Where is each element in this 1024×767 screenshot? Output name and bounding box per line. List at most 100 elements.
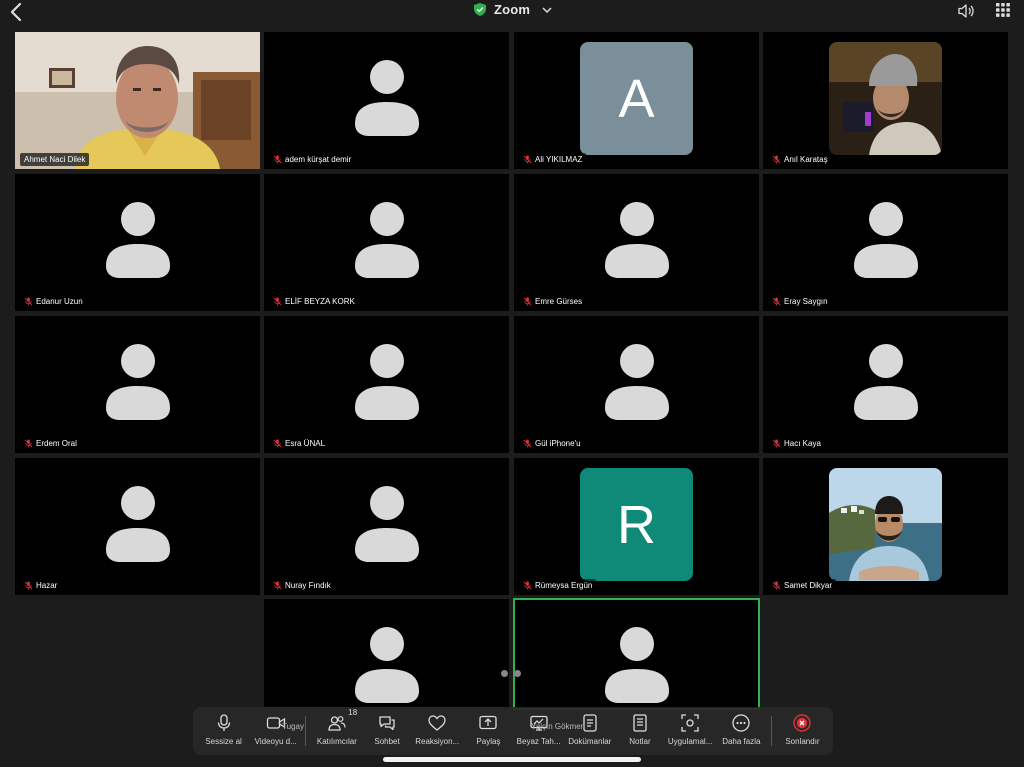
- participant-name-tag: Esra ÜNAL: [269, 437, 330, 450]
- participant-name: Yalçın Gökmen: [531, 722, 586, 731]
- participant-tile[interactable]: Hacı Kaya: [763, 316, 1008, 453]
- participant-tile[interactable]: Eray Saygın: [763, 174, 1008, 311]
- participant-name: Tugay: [282, 722, 304, 731]
- mic-muted-icon: [24, 297, 33, 306]
- participant-name-tag: Samet Dikyar: [768, 579, 837, 592]
- page-dot[interactable]: [514, 670, 521, 677]
- avatar-letter: A: [618, 68, 655, 129]
- mic-muted-icon: [523, 297, 532, 306]
- reactions-label: Reaksiyon...: [415, 737, 460, 746]
- participant-name: Ali YIKILMAZ: [535, 155, 583, 164]
- participant-tile[interactable]: A Ali YIKILMAZ: [514, 32, 759, 169]
- participant-initial-avatar: A: [580, 42, 693, 155]
- participant-tile[interactable]: Esra ÜNAL: [264, 316, 509, 453]
- participant-name: Esra ÜNAL: [285, 439, 326, 448]
- participant-tile[interactable]: Samet Dikyar: [763, 458, 1008, 595]
- apps-button[interactable]: Uygulamal...: [665, 710, 716, 752]
- share-button[interactable]: Paylaş: [464, 710, 513, 752]
- reactions-button[interactable]: Reaksiyon...: [411, 710, 464, 752]
- mic-muted-icon: [273, 439, 282, 448]
- participant-name: Hacı Kaya: [784, 439, 821, 448]
- participant-tile[interactable]: [513, 598, 760, 710]
- participant-name: Edanur Uzun: [36, 297, 83, 306]
- person-placeholder-icon: [106, 486, 170, 562]
- participant-name-tag: Hacı Kaya: [768, 437, 825, 450]
- participant-tile[interactable]: Hazar: [15, 458, 260, 595]
- mic-muted-icon: [24, 581, 33, 590]
- mic-muted-icon: [772, 155, 781, 164]
- participant-tile[interactable]: Anıl Karataş: [763, 32, 1008, 169]
- participant-tile[interactable]: Edanur Uzun: [15, 174, 260, 311]
- heart-icon: [428, 715, 446, 731]
- person-placeholder-icon: [605, 344, 669, 420]
- participant-name-tag: Nuray Fındık: [269, 579, 335, 592]
- documents-button[interactable]: Dokümanlar: [564, 710, 615, 752]
- participant-name-tag: Eray Saygın: [768, 295, 832, 308]
- participant-name-tag: Gül iPhone'u: [519, 437, 585, 450]
- person-placeholder-icon: [605, 627, 669, 703]
- participants-icon: [328, 716, 346, 731]
- mic-muted-icon: [273, 155, 282, 164]
- participant-initial-avatar: R: [580, 468, 693, 581]
- page-dot[interactable]: [501, 670, 508, 677]
- mic-muted-icon: [523, 439, 532, 448]
- participant-name-tag: Edanur Uzun: [20, 295, 87, 308]
- participant-name-tag: Anıl Karataş: [768, 153, 832, 166]
- participant-name: Hazar: [36, 581, 58, 590]
- mic-muted-icon: [772, 439, 781, 448]
- end-meeting-button[interactable]: Sonlandır: [776, 710, 829, 752]
- participant-tile[interactable]: Emre Gürses: [514, 174, 759, 311]
- toolbar-divider: [770, 716, 772, 746]
- home-indicator[interactable]: [383, 757, 641, 762]
- video-button[interactable]: Videoyu d...: [250, 710, 301, 752]
- notes-label: Notlar: [629, 737, 651, 746]
- whiteboard-button[interactable]: Beyaz Tah...: [513, 710, 564, 752]
- participant-name: Nuray Fındık: [285, 581, 331, 590]
- participant-name-tag: Ahmet Naci Dilek: [20, 153, 90, 166]
- person-placeholder-icon: [106, 344, 170, 420]
- chat-button[interactable]: Sohbet: [363, 710, 410, 752]
- participant-name-tag: Emre Gürses: [519, 295, 587, 308]
- participant-name: Emre Gürses: [535, 297, 583, 306]
- participant-name-tag: ELİF BEYZA KORK: [269, 295, 359, 308]
- page-indicator[interactable]: [501, 670, 521, 677]
- participant-name: Erdem Oral: [36, 439, 77, 448]
- chat-icon: [379, 716, 395, 731]
- whiteboard-label: Beyaz Tah...: [516, 737, 561, 746]
- participant-tile[interactable]: R Rümeysa Ergün: [514, 458, 759, 595]
- participant-name-tag: Hazar: [20, 579, 62, 592]
- more-label: Daha fazla: [722, 737, 761, 746]
- participant-tile[interactable]: Ahmet Naci Dilek: [15, 32, 260, 169]
- person-placeholder-icon: [854, 344, 918, 420]
- participant-name: Eray Saygın: [784, 297, 828, 306]
- participant-tile[interactable]: Erdem Oral: [15, 316, 260, 453]
- microphone-icon: [217, 714, 230, 731]
- participant-video: [15, 32, 260, 169]
- participant-tile[interactable]: ELİF BEYZA KORK: [264, 174, 509, 311]
- more-button[interactable]: Daha fazla: [716, 710, 767, 752]
- participants-button[interactable]: 18 Katılımcılar: [310, 708, 363, 752]
- meeting-toolbar: Sessize al Videoyu d... 18 Katılımcılar …: [193, 707, 833, 755]
- participant-photo-image: [829, 468, 942, 581]
- participant-tile[interactable]: [264, 599, 509, 709]
- share-icon: [479, 715, 498, 730]
- participant-tile[interactable]: Gül iPhone'u: [514, 316, 759, 453]
- participant-tile[interactable]: Nuray Fındık: [264, 458, 509, 595]
- notes-button[interactable]: Notlar: [615, 710, 664, 752]
- participant-name: ELİF BEYZA KORK: [285, 297, 355, 306]
- participant-photo: [829, 42, 942, 155]
- participants-label: Katılımcılar: [316, 737, 357, 746]
- more-icon: [732, 714, 750, 732]
- chat-label: Sohbet: [374, 737, 400, 746]
- participant-name: Ahmet Naci Dilek: [24, 155, 86, 164]
- person-placeholder-icon: [355, 202, 419, 278]
- apps-label: Uygulamal...: [667, 737, 713, 746]
- end-call-icon: [793, 714, 812, 732]
- mic-muted-icon: [523, 581, 532, 590]
- participant-name-tag: Rümeysa Ergün: [519, 579, 597, 592]
- mute-button[interactable]: Sessize al: [197, 710, 250, 752]
- participant-tile[interactable]: adem kürşat demir: [264, 32, 509, 169]
- notes-icon: [633, 714, 647, 732]
- participant-name: Gül iPhone'u: [535, 439, 581, 448]
- mic-muted-icon: [523, 155, 532, 164]
